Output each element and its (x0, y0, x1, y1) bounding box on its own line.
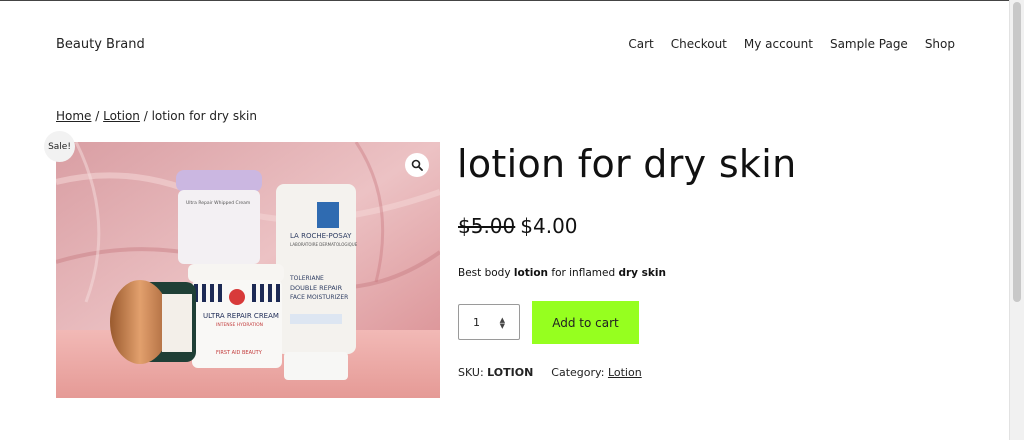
product-image[interactable]: LA ROCHE-POSAY LABORATOIRE DERMATOLOGIQU… (56, 142, 440, 398)
sku-label: SKU: (458, 366, 484, 379)
nav-my-account[interactable]: My account (744, 37, 813, 51)
browser-top-border (0, 0, 1010, 1)
sku-meta: SKU: LOTION (458, 366, 533, 379)
breadcrumb-home[interactable]: Home (56, 109, 91, 123)
price-new: $4.00 (520, 214, 578, 238)
product-meta: SKU: LOTION Category: Lotion (458, 366, 642, 379)
product-price: $5.00 $4.00 (458, 214, 578, 238)
quantity-value: 1 (473, 315, 480, 329)
category-link[interactable]: Lotion (608, 366, 642, 379)
stepper-down-icon[interactable]: ▼ (500, 323, 505, 330)
category-meta: Category: Lotion (551, 366, 641, 379)
quantity-stepper[interactable]: ▲ ▼ (500, 317, 505, 330)
tube-line1-text: TOLERIANE (289, 275, 324, 282)
tub-tag-text: FIRST AID BEAUTY (216, 350, 263, 356)
breadcrumb-separator: / (91, 109, 104, 123)
product-short-description: Best body lotion for inflamed dry skin (458, 267, 666, 279)
sku-value: LOTION (487, 366, 534, 379)
add-to-cart-button[interactable]: Add to cart (532, 301, 639, 344)
product-photo: LA ROCHE-POSAY LABORATOIRE DERMATOLOGIQU… (56, 142, 440, 398)
tub-sub-text: INTENSE HYDRATION (216, 322, 263, 328)
desc-bold-dry-skin: dry skin (618, 267, 666, 279)
breadcrumb-separator: / (139, 109, 152, 123)
tube-brand-text: LA ROCHE-POSAY (290, 232, 352, 240)
main-nav: Cart Checkout My account Sample Page Sho… (628, 37, 955, 51)
tube-line2-text: DOUBLE REPAIR (290, 284, 343, 292)
category-label: Category: (551, 366, 605, 379)
desc-text: Best body (458, 267, 514, 279)
desc-text: for inflamed (548, 267, 619, 279)
price-old: $5.00 (458, 214, 516, 238)
nav-cart[interactable]: Cart (628, 37, 653, 51)
breadcrumb-current: lotion for dry skin (151, 109, 257, 123)
quantity-input[interactable]: 1 ▲ ▼ (458, 304, 520, 340)
product-title: lotion for dry skin (457, 142, 797, 186)
page-scrollbar[interactable] (1009, 0, 1024, 440)
breadcrumb: Home / Lotion / lotion for dry skin (56, 109, 257, 123)
nav-checkout[interactable]: Checkout (671, 37, 727, 51)
nav-shop[interactable]: Shop (925, 37, 955, 51)
tube-line3-text: FACE MOISTURIZER (290, 294, 348, 301)
scrollbar-thumb[interactable] (1013, 2, 1021, 302)
magnifier-icon (411, 159, 423, 171)
site-title[interactable]: Beauty Brand (56, 37, 145, 52)
zoom-button[interactable] (405, 153, 429, 177)
jar-text: Ultra Repair Whipped Cream (186, 200, 250, 206)
sale-badge: Sale! (44, 131, 75, 162)
nav-sample-page[interactable]: Sample Page (830, 37, 908, 51)
breadcrumb-category[interactable]: Lotion (103, 109, 140, 123)
tub-name-text: ULTRA REPAIR CREAM (203, 312, 279, 320)
tube-sub-text: LABORATOIRE DERMATOLOGIQUE (290, 242, 358, 247)
desc-bold-lotion: lotion (513, 267, 549, 279)
